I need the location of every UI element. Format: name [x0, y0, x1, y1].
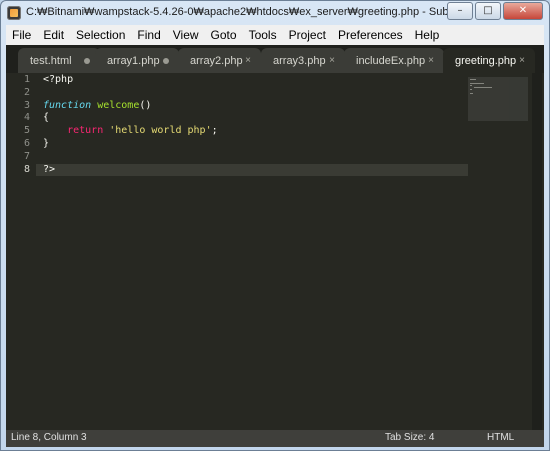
- editor[interactable]: 12345678 <?php function welcome(){ return…: [6, 73, 544, 430]
- menu-item-edit[interactable]: Edit: [37, 25, 70, 45]
- tab-label: array1.php: [107, 54, 160, 67]
- tab-test-html[interactable]: test.html: [18, 48, 100, 73]
- minimize-button[interactable]: –: [447, 2, 473, 20]
- tab-close-icon[interactable]: ×: [428, 55, 434, 66]
- code-line[interactable]: <?php: [43, 74, 73, 87]
- cursor-position: Line 8, Column 3: [11, 432, 87, 443]
- code-token: (): [139, 99, 152, 111]
- app-window: C:₩Bitnami₩wampstack-5.4.26-0₩apache2₩ht…: [0, 0, 550, 451]
- menu-item-preferences[interactable]: Preferences: [332, 25, 409, 45]
- code-line[interactable]: }: [43, 138, 49, 151]
- tab-greeting-php[interactable]: greeting.php ×: [443, 48, 535, 73]
- sublime-text-icon: [7, 6, 21, 20]
- code-token: ?>: [43, 163, 56, 175]
- code-line[interactable]: {: [43, 112, 49, 125]
- line-number: 6: [23, 138, 30, 149]
- line-number: 5: [23, 125, 30, 137]
- tab-label: array3.php: [273, 54, 326, 67]
- line-number-gutter: 12345678: [6, 73, 36, 430]
- menu-item-project[interactable]: Project: [283, 25, 332, 45]
- minimap-line: [470, 89, 472, 90]
- tab-size-indicator[interactable]: Tab Size: 4: [385, 432, 434, 443]
- code-token: function: [43, 99, 92, 111]
- menu-item-tools[interactable]: Tools: [243, 25, 283, 45]
- tab-array3-php[interactable]: array3.php ×: [261, 48, 345, 73]
- line-number: 4: [23, 112, 30, 124]
- tab-label: test.html: [30, 54, 72, 67]
- menu-item-find[interactable]: Find: [131, 25, 166, 45]
- line-number: 3: [23, 99, 30, 111]
- current-line-highlight: [6, 163, 468, 177]
- tab-label: includeEx.php: [356, 54, 426, 67]
- code-line[interactable]: return 'hello world php';: [43, 125, 218, 138]
- minimap[interactable]: [468, 77, 528, 121]
- code-token: <?php: [43, 74, 74, 85]
- code-token: {: [43, 112, 50, 124]
- minimap-line: [474, 87, 492, 88]
- tab-bar: test.html array1.php array2.php × array3.php…: [6, 45, 544, 73]
- code-token: 'hello world php': [109, 125, 212, 137]
- tab-label: greeting.php: [455, 54, 517, 67]
- tab-includeex-php[interactable]: includeEx.php ×: [344, 48, 444, 73]
- maximize-button[interactable]: □: [475, 2, 501, 20]
- tab-label: array2.php: [190, 54, 243, 67]
- code-token: return: [67, 125, 104, 137]
- minimap-line: [470, 83, 484, 84]
- client-area: File Edit Selection Find View Goto Tools Projec…: [6, 25, 544, 447]
- code-token: welcome: [97, 99, 140, 111]
- title-bar[interactable]: C:₩Bitnami₩wampstack-5.4.26-0₩apache2₩ht…: [1, 1, 549, 25]
- minimap-line: [470, 85, 472, 86]
- line-number: 1: [23, 74, 30, 85]
- unsaved-dot-icon[interactable]: [163, 57, 169, 64]
- window-title: C:₩Bitnami₩wampstack-5.4.26-0₩apache2₩ht…: [26, 6, 466, 18]
- line-number: 7: [23, 150, 30, 162]
- code-token: }: [43, 138, 50, 149]
- tab-array2-php[interactable]: array2.php ×: [178, 48, 261, 73]
- minimap-line: [470, 79, 476, 80]
- tab-close-icon[interactable]: ×: [329, 55, 335, 66]
- code-line[interactable]: ?>: [43, 164, 55, 177]
- menu-item-help[interactable]: Help: [409, 25, 446, 45]
- code-line[interactable]: function welcome(): [43, 100, 151, 113]
- syntax-indicator[interactable]: HTML: [487, 432, 514, 443]
- close-button[interactable]: ✕: [503, 2, 543, 20]
- menu-bar: File Edit Selection Find View Goto Tools Projec…: [6, 25, 544, 45]
- menu-item-view[interactable]: View: [167, 25, 205, 45]
- menu-item-file[interactable]: File: [6, 25, 37, 45]
- vertical-scrollbar[interactable]: [532, 73, 542, 430]
- window-controls: – □ ✕: [447, 2, 543, 20]
- menu-item-selection[interactable]: Selection: [70, 25, 131, 45]
- line-number: 2: [23, 86, 30, 98]
- tab-array1-php[interactable]: array1.php: [95, 48, 179, 73]
- menu-item-goto[interactable]: Goto: [205, 25, 243, 45]
- line-number: 8: [23, 163, 30, 175]
- tab-close-icon[interactable]: ×: [519, 55, 525, 66]
- code-token: ;: [211, 125, 218, 137]
- unsaved-dot-icon[interactable]: [84, 57, 90, 64]
- minimap-line: [470, 93, 473, 94]
- status-bar: Line 8, Column 3 Tab Size: 4 HTML: [6, 430, 544, 447]
- tab-close-icon[interactable]: ×: [245, 55, 251, 66]
